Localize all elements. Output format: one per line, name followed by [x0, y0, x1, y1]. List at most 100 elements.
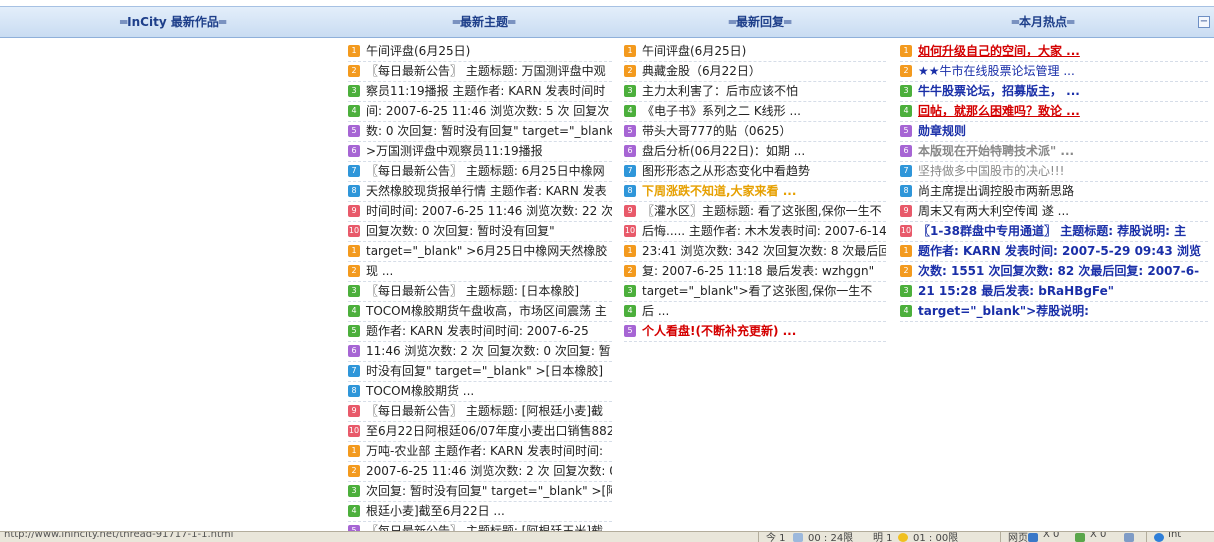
list-item-link[interactable]: 数: 0 次回复: 暂时没有回复" target="_blank"	[366, 122, 612, 141]
list-item[interactable]: 9 〖灌水区〗主题标题: 看了这张图,保你一生不	[624, 202, 886, 222]
list-item-link[interactable]: 〖每日最新公告〗 主题标题: 6月25日中橡网	[366, 162, 605, 181]
list-item[interactable]: 2 复: 2007-6-25 11:18 最后发表: wzhggn"	[624, 262, 886, 282]
list-item[interactable]: 2 典藏金股（6月22日）	[624, 62, 886, 82]
list-item[interactable]: 8 天然橡胶现货报单行情 主题作者: KARN 发表	[348, 182, 612, 202]
list-item[interactable]: 7 图形形态之从形态变化中看趋势	[624, 162, 886, 182]
list-item-link[interactable]: 〖每日最新公告〗 主题标题: [日本橡胶]	[366, 282, 579, 301]
list-item[interactable]: 3 主力太利害了：后市应该不怕	[624, 82, 886, 102]
list-item[interactable]: 7 坚持做多中国股市的决心!!!	[900, 162, 1208, 182]
list-item[interactable]: 5 个人看盘!(不断补充更新) ...	[624, 322, 886, 342]
list-item[interactable]: 10 〖1-38群盘中专用通道〗 主题标题: 荐股说明: 主	[900, 222, 1208, 242]
list-item[interactable]: 8 尚主席提出调控股市两新思路	[900, 182, 1208, 202]
header-monthly-hot[interactable]: ═本月热点═	[898, 7, 1188, 37]
list-item[interactable]: 6 11:46 浏览次数: 2 次 回复次数: 0 次回复: 暂	[348, 342, 612, 362]
list-item[interactable]: 9 〖每日最新公告〗 主题标题: [阿根廷小麦]截	[348, 402, 612, 422]
list-item[interactable]: 3 次回复: 暂时没有回复" target="_blank" >[阿	[348, 482, 612, 502]
list-item-link[interactable]: target="_blank">荐股说明:	[918, 302, 1089, 321]
list-item[interactable]: 3 target="_blank">看了这张图,保你一生不	[624, 282, 886, 302]
list-item-link[interactable]: 回复次数: 0 次回复: 暂时没有回复"	[366, 222, 555, 241]
list-item[interactable]: 7 时没有回复" target="_blank" >[日本橡胶]	[348, 362, 612, 382]
list-item-link[interactable]: 回帖，就那么困难吗？致论 ...	[918, 102, 1080, 121]
list-item[interactable]: 6 >万国测评盘中观察员11:19播报	[348, 142, 612, 162]
list-item-link[interactable]: 坚持做多中国股市的决心!!!	[918, 162, 1064, 181]
list-item-link[interactable]: 次回复: 暂时没有回复" target="_blank" >[阿	[366, 482, 612, 501]
list-item-link[interactable]: 天然橡胶现货报单行情 主题作者: KARN 发表	[366, 182, 607, 201]
list-item[interactable]: 4 《电子书》系列之二 K线形 ...	[624, 102, 886, 122]
list-item-link[interactable]: 带头大哥777的贴（0625）	[642, 122, 791, 141]
list-item-link[interactable]: 盘后分析(06月22日)：如期 ...	[642, 142, 805, 161]
list-item[interactable]: 3 21 15:28 最后发表: bRaHBgFe"	[900, 282, 1208, 302]
list-item[interactable]: 3 察员11:19播报 主题作者: KARN 发表时间时	[348, 82, 612, 102]
list-item-link[interactable]: 后 ...	[642, 302, 669, 321]
list-item[interactable]: 2 现 ...	[348, 262, 612, 282]
list-item[interactable]: 9 时间时间: 2007-6-25 11:46 浏览次数: 22 次	[348, 202, 612, 222]
list-item[interactable]: 2 ★★牛市在线股票论坛管理 ...	[900, 62, 1208, 82]
list-item-link[interactable]: 时间时间: 2007-6-25 11:46 浏览次数: 22 次	[366, 202, 612, 221]
list-item-link[interactable]: 《电子书》系列之二 K线形 ...	[642, 102, 801, 121]
list-item[interactable]: 2 〖每日最新公告〗 主题标题: 万国测评盘中观	[348, 62, 612, 82]
list-item-link[interactable]: 〖每日最新公告〗 主题标题: [阿根廷小麦]截	[366, 402, 603, 421]
list-item-link[interactable]: target="_blank" >6月25日中橡网天然橡胶	[366, 242, 607, 261]
list-item-link[interactable]: 察员11:19播报 主题作者: KARN 发表时间时	[366, 82, 605, 101]
list-item-link[interactable]: 间: 2007-6-25 11:46 浏览次数: 5 次 回复次	[366, 102, 609, 121]
list-item-link[interactable]: 〖1-38群盘中专用通道〗 主题标题: 荐股说明: 主	[918, 222, 1186, 241]
list-item-link[interactable]: 21 15:28 最后发表: bRaHBgFe"	[918, 282, 1114, 301]
list-item[interactable]: 6 盘后分析(06月22日)：如期 ...	[624, 142, 886, 162]
list-item-link[interactable]: TOCOM橡胶期货 ...	[366, 382, 474, 401]
list-item-link[interactable]: 主力太利害了：后市应该不怕	[642, 82, 798, 101]
list-item-link[interactable]: TOCOM橡胶期货午盘收高，市场区间震荡 主	[366, 302, 607, 321]
list-item-link[interactable]: 尚主席提出调控股市两新思路	[918, 182, 1074, 201]
list-item-link[interactable]: 至6月22日阿根廷06/07年度小麦出口销售882	[366, 422, 612, 441]
window-icon[interactable]	[1124, 533, 1134, 542]
list-item[interactable]: 3 牛牛股票论坛，招募版主， ...	[900, 82, 1208, 102]
list-item-link[interactable]: 午间评盘(6月25日)	[642, 42, 746, 61]
list-item-link[interactable]: 23:41 浏览次数: 342 次回复次数: 8 次最后回	[642, 242, 886, 261]
list-item-link[interactable]: 周末又有两大利空传闻 遂 ...	[918, 202, 1069, 221]
list-item[interactable]: 3 〖每日最新公告〗 主题标题: [日本橡胶]	[348, 282, 612, 302]
monitor-icon[interactable]	[1028, 533, 1038, 542]
list-item-link[interactable]: >万国测评盘中观察员11:19播报	[366, 142, 543, 161]
list-item-link[interactable]: 典藏金股（6月22日）	[642, 62, 761, 81]
list-item-link[interactable]: 如何升级自己的空间，大家 ...	[918, 42, 1080, 61]
list-item-link[interactable]: 个人看盘!(不断补充更新) ...	[642, 322, 796, 341]
list-item-link[interactable]: ★★牛市在线股票论坛管理 ...	[918, 62, 1075, 81]
list-item[interactable]: 10 后悔..... 主题作者: 木木发表时间: 2007-6-14	[624, 222, 886, 242]
list-item[interactable]: 2 2007-6-25 11:46 浏览次数: 2 次 回复次数: 0	[348, 462, 612, 482]
list-item[interactable]: 4 根廷小麦]截至6月22日 ...	[348, 502, 612, 522]
list-item[interactable]: 7 〖每日最新公告〗 主题标题: 6月25日中橡网	[348, 162, 612, 182]
list-item[interactable]: 1 午间评盘(6月25日)	[348, 42, 612, 62]
list-item[interactable]: 4 target="_blank">荐股说明:	[900, 302, 1208, 322]
list-item-link[interactable]: 午间评盘(6月25日)	[366, 42, 470, 61]
list-item-link[interactable]: 后悔..... 主题作者: 木木发表时间: 2007-6-14	[642, 222, 886, 241]
list-item[interactable]: 5 题作者: KARN 发表时间时间: 2007-6-25	[348, 322, 612, 342]
list-item-link[interactable]: 〖灌水区〗主题标题: 看了这张图,保你一生不	[642, 202, 882, 221]
list-item[interactable]: 6 本版现在开始特聘技术派" ...	[900, 142, 1208, 162]
list-item-link[interactable]: 时没有回复" target="_blank" >[日本橡胶]	[366, 362, 603, 381]
list-item[interactable]: 4 后 ...	[624, 302, 886, 322]
list-item-link[interactable]: target="_blank">看了这张图,保你一生不	[642, 282, 872, 301]
list-item[interactable]: 10 回复次数: 0 次回复: 暂时没有回复"	[348, 222, 612, 242]
collapse-icon[interactable]: −	[1198, 16, 1210, 28]
list-item[interactable]: 1 如何升级自己的空间，大家 ...	[900, 42, 1208, 62]
list-item-link[interactable]: 题作者: KARN 发表时间时间: 2007-6-25	[366, 322, 589, 341]
list-item[interactable]: 4 TOCOM橡胶期货午盘收高，市场区间震荡 主	[348, 302, 612, 322]
list-item[interactable]: 1 23:41 浏览次数: 342 次回复次数: 8 次最后回	[624, 242, 886, 262]
list-item-link[interactable]: 图形形态之从形态变化中看趋势	[642, 162, 810, 181]
list-item-link[interactable]: 复: 2007-6-25 11:18 最后发表: wzhggn"	[642, 262, 874, 281]
list-item[interactable]: 4 间: 2007-6-25 11:46 浏览次数: 5 次 回复次	[348, 102, 612, 122]
list-item-link[interactable]: 本版现在开始特聘技术派" ...	[918, 142, 1074, 161]
list-item[interactable]: 5 带头大哥777的贴（0625）	[624, 122, 886, 142]
list-item-link[interactable]: 11:46 浏览次数: 2 次 回复次数: 0 次回复: 暂	[366, 342, 611, 361]
header-latest-topics[interactable]: ═最新主题═	[346, 7, 622, 37]
list-item[interactable]: 1 题作者: KARN 发表时间: 2007-5-29 09:43 浏览	[900, 242, 1208, 262]
list-item-link[interactable]: 根廷小麦]截至6月22日 ...	[366, 502, 505, 521]
list-item[interactable]: 5 数: 0 次回复: 暂时没有回复" target="_blank"	[348, 122, 612, 142]
list-item-link[interactable]: 下周涨跌不知道,大家来看 ...	[642, 182, 796, 201]
list-item-link[interactable]: 次数: 1551 次回复次数: 82 次最后回复: 2007-6-	[918, 262, 1199, 281]
list-item[interactable]: 2 次数: 1551 次回复次数: 82 次最后回复: 2007-6-	[900, 262, 1208, 282]
list-item-link[interactable]: 万吨-农业部 主题作者: KARN 发表时间时间:	[366, 442, 603, 461]
list-item[interactable]: 1 午间评盘(6月25日)	[624, 42, 886, 62]
list-item[interactable]: 10 至6月22日阿根廷06/07年度小麦出口销售882	[348, 422, 612, 442]
list-item[interactable]: 8 下周涨跌不知道,大家来看 ...	[624, 182, 886, 202]
list-item-link[interactable]: 题作者: KARN 发表时间: 2007-5-29 09:43 浏览	[918, 242, 1201, 261]
